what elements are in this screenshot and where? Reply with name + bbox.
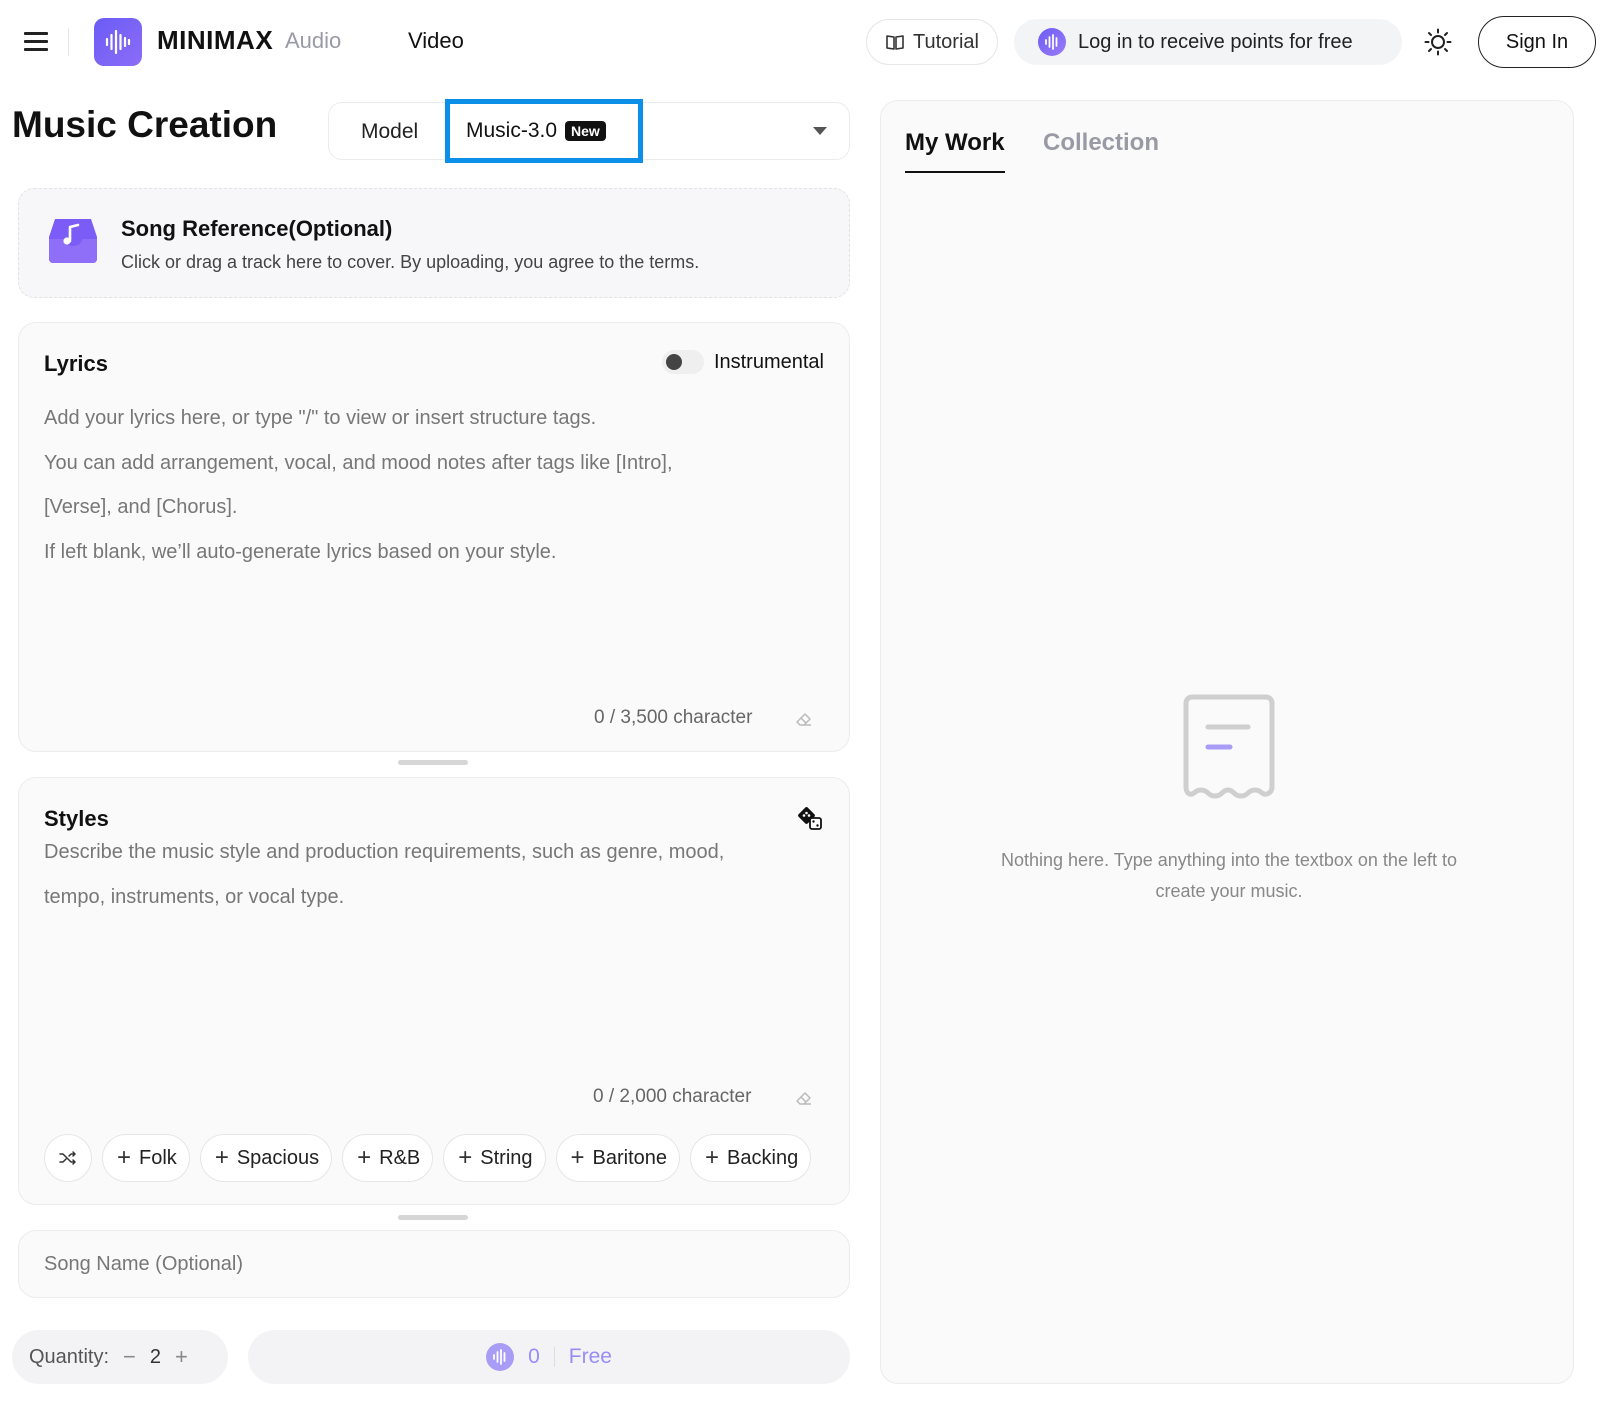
sign-in-button[interactable]: Sign In: [1478, 16, 1596, 68]
shuffle-tags-button[interactable]: [44, 1134, 92, 1182]
plus-icon: +: [357, 1144, 372, 1171]
generate-label: Free: [568, 1345, 612, 1368]
lyrics-placeholder-line: You can add arrangement, vocal, and mood…: [44, 451, 673, 474]
song-name-input[interactable]: Song Name (Optional): [18, 1230, 850, 1298]
top-header: MINIMAX Audio Video Tutorial Log in to r…: [0, 0, 1600, 84]
eraser-icon[interactable]: [794, 1088, 814, 1108]
plus-icon: +: [705, 1144, 720, 1171]
sound-wave-icon: [486, 1343, 515, 1371]
nav-video[interactable]: Video: [408, 28, 464, 54]
empty-document-icon: [1183, 694, 1275, 799]
quantity-stepper: Quantity: − 2 +: [12, 1330, 228, 1384]
model-selected-value: Music-3.0: [466, 119, 558, 142]
dice-icon[interactable]: [798, 806, 824, 832]
style-tag[interactable]: + R&B: [342, 1134, 434, 1182]
empty-state-text: Nothing here. Type anything into the tex…: [1001, 850, 1457, 901]
style-tag-label: Folk: [139, 1146, 177, 1169]
styles-textarea[interactable]: Describe the music style and production …: [44, 830, 824, 919]
lyrics-card: Lyrics Instrumental Add your lyrics here…: [18, 322, 850, 752]
quantity-value: 2: [149, 1345, 162, 1368]
works-panel: My Work Collection Nothing here. Type an…: [880, 100, 1574, 1384]
style-tag[interactable]: + Folk: [102, 1134, 190, 1182]
tutorial-button[interactable]: Tutorial: [866, 19, 998, 65]
minimax-logo-icon[interactable]: [94, 18, 142, 66]
lyrics-textarea[interactable]: Add your lyrics here, or type "/" to vie…: [44, 396, 824, 574]
style-tag-label: R&B: [379, 1146, 421, 1169]
lyrics-placeholder-line: If left blank, we’ll auto-generate lyric…: [44, 540, 557, 563]
login-points-button[interactable]: Log in to receive points for free: [1014, 19, 1402, 65]
page-title: Music Creation: [12, 104, 278, 145]
styles-resize-handle[interactable]: [398, 1215, 468, 1220]
lyrics-char-count: 0 / 3,500 character: [594, 707, 753, 728]
styles-char-count: 0 / 2,000 character: [593, 1086, 752, 1107]
instrumental-toggle[interactable]: [661, 350, 704, 374]
style-tag[interactable]: + Baritone: [555, 1134, 681, 1182]
quantity-label: Quantity:: [29, 1345, 110, 1368]
nav-audio[interactable]: Audio: [285, 28, 341, 54]
music-upload-icon: [49, 219, 97, 263]
styles-title: Styles: [44, 806, 109, 831]
styles-card: Styles Describe the music style and prod…: [18, 777, 850, 1205]
style-tag-label: Backing: [727, 1146, 799, 1169]
tab-my-work[interactable]: My Work: [905, 129, 1005, 173]
shuffle-icon: [59, 1151, 76, 1165]
quantity-decrement-button[interactable]: −: [123, 1344, 136, 1370]
tab-collection[interactable]: Collection: [1043, 129, 1159, 157]
tutorial-label: Tutorial: [913, 30, 979, 53]
style-tag[interactable]: + Backing: [690, 1134, 812, 1182]
plus-icon: +: [117, 1144, 132, 1171]
style-tag-label: Baritone: [592, 1146, 668, 1169]
lyrics-placeholder-line: Add your lyrics here, or type "/" to vie…: [44, 407, 597, 429]
book-icon: [886, 35, 904, 50]
eraser-icon[interactable]: [794, 709, 814, 729]
lyrics-placeholder-line: [Verse], and [Chorus].: [44, 496, 238, 518]
menu-icon[interactable]: [24, 32, 48, 52]
logo-text[interactable]: MINIMAX: [157, 25, 273, 56]
generate-separator: [553, 1347, 555, 1367]
sun-icon[interactable]: [1424, 28, 1452, 56]
lyrics-title: Lyrics: [44, 351, 109, 376]
song-reference-upload[interactable]: Song Reference(Optional) Click or drag a…: [18, 188, 850, 298]
plus-icon: +: [214, 1144, 229, 1171]
header-divider: [68, 28, 69, 56]
instrumental-label: Instrumental: [713, 350, 824, 373]
style-tag-label: Spacious: [236, 1146, 320, 1169]
instrumental-toggle-wrap: Instrumental: [661, 350, 824, 374]
model-label: Model: [361, 120, 419, 143]
chevron-down-icon[interactable]: [813, 127, 827, 135]
lyrics-resize-handle[interactable]: [398, 760, 468, 765]
styles-placeholder-line: Describe the music style and production …: [44, 841, 725, 863]
style-tag-label: String: [480, 1146, 533, 1169]
generate-button[interactable]: 0 Free: [248, 1330, 850, 1384]
sound-wave-icon: [1038, 28, 1066, 56]
style-tag[interactable]: + Spacious: [199, 1134, 333, 1182]
style-tag[interactable]: + String: [443, 1134, 546, 1182]
generate-cost: 0: [528, 1345, 540, 1368]
plus-icon: +: [570, 1144, 585, 1171]
points-label: Log in to receive points for free: [1078, 30, 1353, 53]
model-select[interactable]: Music-3.0 New: [445, 99, 643, 163]
quantity-increment-button[interactable]: +: [175, 1344, 188, 1370]
plus-icon: +: [458, 1144, 473, 1171]
styles-placeholder-line: tempo, instruments, or vocal type.: [44, 885, 345, 908]
song-reference-description: Click or drag a track here to cover. By …: [121, 252, 700, 272]
song-reference-title: Song Reference(Optional): [121, 216, 393, 241]
style-tags-row: + Folk + Spacious + R&B + String + Baritone +…: [44, 1134, 826, 1184]
model-selector-bar[interactable]: Model Music-3.0 New: [328, 99, 850, 163]
new-badge: New: [565, 121, 606, 141]
